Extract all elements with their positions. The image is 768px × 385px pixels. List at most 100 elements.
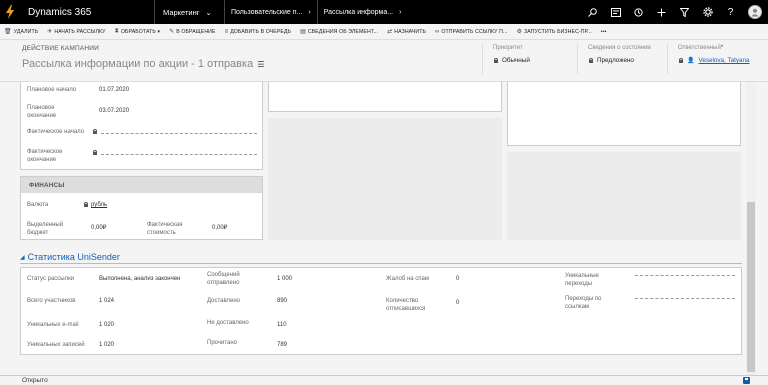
actual-end-empty[interactable]	[101, 154, 257, 155]
scrollbar-thumb[interactable]	[747, 202, 755, 372]
lock-icon	[83, 202, 88, 207]
field-label: Статус рассылки	[27, 276, 75, 282]
field-label: Ответственный*	[678, 45, 762, 51]
search-icon[interactable]	[581, 0, 604, 24]
field-label: Уникальные переходы	[565, 273, 599, 287]
queue-item-details-button[interactable]: ▤ СВЕДЕНИЯ ОБ ЭЛЕМЕНТ...	[300, 28, 378, 36]
help-icon[interactable]: ?	[719, 0, 742, 24]
command-label: ОТПРАВИТЬ ССЫЛКУ П...	[441, 28, 508, 35]
breadcrumb-record[interactable]: Рассылка информа... ›	[316, 0, 408, 24]
chevron-right-icon: ›	[399, 8, 402, 16]
status-reason-value: Предложено	[597, 57, 634, 64]
planned-end-value[interactable]: 03.07.2020	[99, 107, 129, 115]
flow-icon: ⚙	[516, 29, 523, 35]
lock-icon	[92, 150, 97, 155]
command-label: В ОБРАЩЕНИЕ	[176, 28, 216, 35]
lock-icon	[588, 58, 593, 63]
run-workflow-button[interactable]: ⚙ ЗАПУСТИТЬ БИЗНЕС-ПР...	[516, 28, 592, 36]
user-avatar[interactable]	[748, 5, 762, 19]
schedule-section: Плановое начало 01.07.2020 Плановое окон…	[20, 82, 263, 170]
header-field-status-reason: Сведения о состоянии Предложено	[577, 44, 667, 74]
convert-to-case-button[interactable]: ✎ В ОБРАЩЕНИЕ	[169, 28, 216, 36]
dynamics-logo-icon[interactable]	[0, 0, 20, 24]
assign-button[interactable]: ⇄ НАЗНАЧИТЬ	[387, 28, 426, 36]
field-label: Жалоб на спам	[386, 276, 429, 282]
more-commands-button[interactable]: •••	[601, 29, 607, 35]
field-label: Валюта	[27, 202, 49, 208]
breadcrumb-label: Рассылка информа...	[323, 8, 394, 16]
unisender-stats-panel: Статус рассылки Выполнена, анализ законч…	[20, 267, 742, 355]
header-field-priority: Приоритет Обычный	[482, 44, 577, 74]
owner-link[interactable]: Veselova, Tatyana	[698, 57, 749, 64]
actual-cost-value[interactable]: 0,00₽	[212, 224, 228, 232]
record-title: Рассылка информации по акции - 1 отправк…	[22, 58, 264, 70]
read-value[interactable]: 789	[277, 341, 287, 349]
start-mailing-button[interactable]: ✈ НАЧАТЬ РАССЫЛКУ	[47, 28, 105, 36]
vertical-scrollbar[interactable]	[746, 82, 756, 375]
unsubscribed-value[interactable]: 0	[456, 299, 459, 307]
gear-icon[interactable]	[696, 0, 719, 24]
planned-start-value[interactable]: 01.07.2020	[99, 86, 129, 94]
process-icon: ⧗	[114, 28, 119, 34]
status-footer: Открыто	[0, 375, 768, 385]
section-divider	[20, 263, 742, 264]
more-icon: •••	[600, 28, 607, 35]
mailing-status-value[interactable]: Выполнена, анализ закончен	[99, 275, 180, 283]
field-label: Сообщений отправлено	[207, 272, 240, 286]
save-icon[interactable]	[743, 377, 750, 384]
tasks-icon[interactable]	[604, 0, 627, 24]
unique-clicks-empty[interactable]	[635, 275, 735, 276]
field-label: Доставлено	[207, 298, 241, 304]
email-link-button[interactable]: ∞ ОТПРАВИТЬ ССЫЛКУ П...	[435, 29, 508, 35]
messages-sent-value[interactable]: 1 000	[277, 275, 292, 283]
command-label: ДОБАВИТЬ В ОЧЕРЕДЬ	[230, 28, 292, 35]
field-label: Фактическое окончание	[27, 149, 63, 163]
form-selector-icon[interactable]: ☰	[257, 60, 264, 69]
record-header: ДЕЙСТВИЕ КАМПАНИИ Рассылка информации по…	[0, 40, 768, 82]
add-to-queue-button[interactable]: ≡ ДОБАВИТЬ В ОЧЕРЕДЬ	[225, 29, 292, 35]
field-label: Выделенный бюджет	[27, 222, 64, 236]
field-label: Прочитано	[207, 340, 237, 346]
assign-icon: ⇄	[387, 29, 393, 35]
delivered-value[interactable]: 890	[277, 297, 287, 305]
not-delivered-value[interactable]: 110	[277, 321, 287, 329]
spam-complaints-value[interactable]: 0	[456, 275, 459, 283]
currency-link[interactable]: рубль	[91, 201, 107, 209]
link-clicks-empty[interactable]	[635, 298, 735, 299]
total-participants-value[interactable]: 1 024	[99, 297, 114, 305]
middle-top-panel	[268, 82, 502, 112]
field-label: Не доставлено	[207, 320, 249, 326]
field-label: Количество отписавшихся	[386, 298, 426, 312]
breadcrumb-entity[interactable]: Пользовательские п... ›	[225, 0, 317, 24]
delete-button[interactable]: 🗑 УДАЛИТЬ	[4, 28, 38, 36]
lock-icon	[92, 129, 97, 134]
top-navigation-bar: Dynamics 365 Маркетинг ⌄ Пользовательски…	[0, 0, 768, 24]
filter-icon[interactable]	[673, 0, 696, 24]
stats-title-text: Статистика UniSender	[27, 252, 120, 262]
unique-emails-value[interactable]: 1 020	[99, 321, 114, 329]
area-label: Маркетинг	[163, 7, 200, 17]
stats-section-title[interactable]: ◢ Статистика UniSender	[20, 252, 120, 262]
finance-section-header: ФИНАНСЫ	[21, 177, 262, 193]
field-value: Предложено	[588, 57, 667, 64]
send-icon: ✈	[47, 29, 53, 35]
command-label: ОБРАБОТАТЬ ▾	[120, 28, 161, 35]
field-label: Уникальных e-mail	[27, 322, 79, 328]
finance-section: ФИНАНСЫ Валюта рубль Выделенный бюджет 0…	[20, 176, 263, 240]
process-button[interactable]: ⧗ ОБРАБОТАТЬ ▾	[115, 28, 161, 35]
area-selector[interactable]: Маркетинг ⌄	[155, 0, 225, 24]
history-icon[interactable]	[627, 0, 650, 24]
field-label: Сведения о состоянии	[588, 45, 651, 51]
field-label: Приоритет	[493, 45, 523, 51]
priority-value: Обычный	[502, 57, 530, 64]
chevron-down-icon: ⌄	[205, 7, 212, 17]
app-title[interactable]: Dynamics 365	[20, 0, 155, 24]
collapse-triangle-icon[interactable]: ◢	[20, 254, 25, 261]
unique-records-value[interactable]: 1 020	[99, 341, 114, 349]
actual-start-empty[interactable]	[101, 133, 257, 134]
header-field-owner: Ответственный* 👤 Veselova, Tatyana	[667, 44, 762, 74]
budget-value[interactable]: 0,00₽	[91, 224, 107, 232]
field-label: Всего участников	[27, 298, 76, 304]
field-label: Плановое начало	[27, 87, 77, 93]
plus-icon[interactable]	[650, 0, 673, 24]
